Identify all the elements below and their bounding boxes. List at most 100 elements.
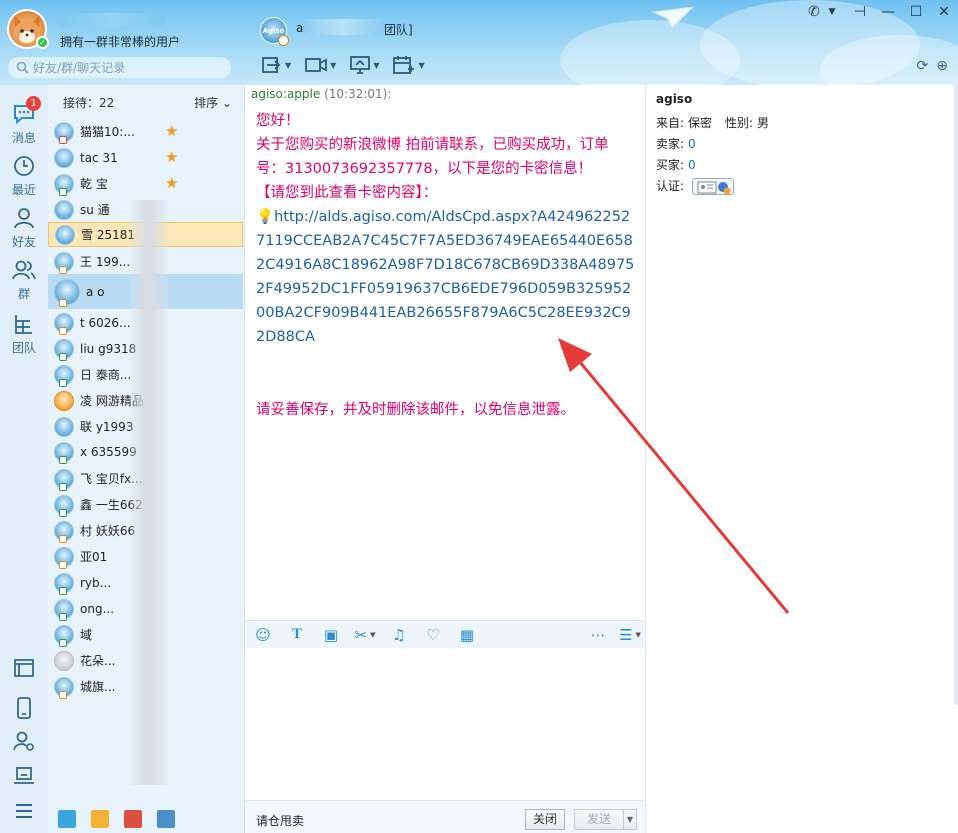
nav-user-settings-button[interactable] — [0, 730, 48, 755]
contact-item[interactable]: t 6026... — [48, 310, 243, 335]
minimize-icon[interactable]: — — [880, 4, 896, 20]
contact-item[interactable]: ong... — [48, 596, 243, 621]
history-icon[interactable]: ☰ ▼ — [619, 626, 641, 644]
contact-avatar — [54, 199, 74, 220]
nav-label: 团队 — [11, 341, 36, 355]
send-options-chevron-icon[interactable]: ▼ — [623, 810, 636, 829]
nav-menu-button[interactable] — [0, 802, 48, 823]
contact-item[interactable]: 村 妖妖66 — [48, 518, 243, 543]
contact-avatar — [54, 441, 74, 464]
chat-contact-avatar[interactable]: Agiso — [260, 17, 289, 46]
video-call-button[interactable]: ▼ — [305, 54, 336, 76]
folder-icon[interactable] — [91, 810, 109, 828]
add-icon[interactable]: ⊕ — [936, 58, 948, 74]
star-icon: ★ — [165, 174, 179, 192]
message-link[interactable]: http://alds.agiso.com/AldsCpd.aspx?A4249… — [256, 209, 634, 345]
message-time: (10:32:01): — [324, 87, 392, 101]
shake-icon[interactable]: ♫ — [390, 626, 408, 644]
contact-avatar — [54, 338, 74, 361]
nav-groups[interactable]: 群 — [0, 259, 48, 302]
message-input[interactable] — [245, 648, 645, 798]
contact-name: 王 199... — [80, 255, 131, 269]
refresh-icon[interactable]: ⟳ — [917, 58, 929, 74]
buyer-value[interactable]: 0 — [688, 158, 696, 172]
chat-title-blurred — [303, 19, 383, 35]
search-box[interactable] — [8, 57, 231, 78]
buyer-label: 买家: — [656, 158, 685, 172]
contact-item[interactable]: su 通 — [48, 197, 243, 222]
nav-window-button[interactable] — [0, 658, 48, 681]
contact-item[interactable]: 联 y1993 — [48, 414, 243, 439]
screen-share-button[interactable]: ▼ — [350, 54, 379, 76]
info-buyer-row: 买家: 0 — [656, 156, 696, 173]
contact-name: ryb... — [80, 575, 112, 590]
contact-item[interactable]: x 635599 — [48, 439, 243, 464]
verified-badge-icon — [697, 181, 731, 195]
emoji-icon[interactable]: ☺ — [254, 626, 272, 644]
contact-item[interactable]: ryb... — [48, 570, 243, 595]
clock-icon — [278, 35, 289, 46]
contact-item-selected[interactable]: a o — [48, 274, 243, 309]
maximize-icon[interactable]: ☐ — [908, 4, 924, 20]
nav-mobile-button[interactable] — [0, 697, 48, 722]
id-card-icon[interactable] — [691, 178, 734, 195]
contact-name: 凌 网游精品 — [80, 394, 144, 408]
nav-device-button[interactable] — [0, 766, 48, 789]
info-cert-row: 认证: — [656, 177, 734, 195]
quick-phrase-icon[interactable]: ⋯ — [589, 626, 607, 644]
font-icon[interactable]: T — [288, 626, 306, 644]
quick-reply-text[interactable]: 请仓甩卖 — [256, 812, 304, 829]
close-button[interactable]: 关闭 — [525, 809, 565, 830]
phone-dropdown-icon[interactable]: ▼ — [824, 4, 840, 20]
my-signature[interactable]: 拥有一群非常棒的用户 — [60, 33, 180, 50]
nav-messages[interactable]: 1 消息 — [0, 96, 48, 146]
contact-item[interactable]: 花朵... — [48, 648, 243, 673]
phone-icon[interactable]: ✆ — [806, 4, 822, 20]
contact-name: 雪 25181 — [81, 228, 135, 242]
app-icon[interactable] — [157, 810, 175, 828]
scissors-icon[interactable]: ✂ ▼ — [355, 626, 376, 644]
sort-button[interactable]: 排序 ⌄ — [194, 94, 232, 111]
shop-icon[interactable] — [124, 810, 142, 828]
contact-item[interactable]: 凌 网游精品 — [48, 388, 243, 413]
heart-icon[interactable]: ♡ — [424, 626, 442, 644]
contact-item[interactable]: 王 199... — [48, 249, 243, 274]
contact-item[interactable]: 飞 宝贝fx... — [48, 466, 243, 491]
mobile-phone-icon — [17, 697, 31, 719]
right-edge-scroll[interactable] — [954, 85, 958, 705]
contact-name: ong... — [80, 601, 115, 616]
online-status-icon[interactable]: ✓ — [36, 36, 49, 49]
cert-label: 认证: — [656, 179, 685, 193]
message-sender: agiso:apple — [251, 87, 321, 101]
contact-item[interactable]: tac 31 ★ — [48, 145, 243, 170]
search-input[interactable] — [33, 60, 223, 75]
nav-team[interactable]: 团队 — [0, 313, 48, 356]
contact-avatar — [54, 598, 74, 621]
message-warning: 请妥善保存，并及时删除该邮件，以免信息泄露。 — [256, 402, 575, 418]
contact-item[interactable]: 亚01 — [48, 544, 243, 569]
nav-label: 好友 — [11, 235, 36, 249]
close-icon[interactable]: ✕ — [936, 4, 952, 20]
schedule-button[interactable]: ▼ — [393, 54, 425, 76]
contact-item[interactable]: 城旗... — [48, 674, 243, 699]
nav-recent[interactable]: 最近 — [0, 155, 48, 198]
pin-icon[interactable]: ⊣ — [852, 4, 868, 20]
transfer-button[interactable]: ▼ — [262, 54, 291, 76]
contact-item[interactable]: 鑫 一生662 — [48, 492, 243, 517]
seller-value[interactable]: 0 — [688, 137, 696, 151]
contact-item[interactable]: 猫猫10:... ★ — [48, 119, 243, 144]
input-toolbar: ☺ T ▣ ✂ ▼ ♫ ♡ ▦ ⋯ ☰ ▼ — [245, 620, 645, 648]
contact-item-highlighted[interactable]: 雪 25181 — [48, 222, 243, 247]
contact-item[interactable]: 域 — [48, 622, 243, 647]
contact-item[interactable]: liu g9318 — [48, 336, 243, 361]
image-icon[interactable]: ▣ — [322, 626, 340, 644]
plugin-icon[interactable] — [58, 810, 76, 828]
contact-item[interactable]: 日 泰商... — [48, 362, 243, 387]
chat-toolbar-top: ▼ ▼ ▼ ▼ — [262, 54, 425, 76]
info-seller-row: 卖家: 0 — [656, 135, 696, 152]
chat-panel: agiso:apple (10:32:01): 您好！ 关于您购买的新浪微博 拍… — [245, 85, 645, 833]
contact-item[interactable]: 乾 宝 ★ — [48, 171, 243, 196]
calculator-icon[interactable]: ▦ — [458, 626, 476, 644]
nav-friends[interactable]: 好友 — [0, 207, 48, 250]
send-button[interactable]: 发送 ▼ — [574, 809, 637, 830]
